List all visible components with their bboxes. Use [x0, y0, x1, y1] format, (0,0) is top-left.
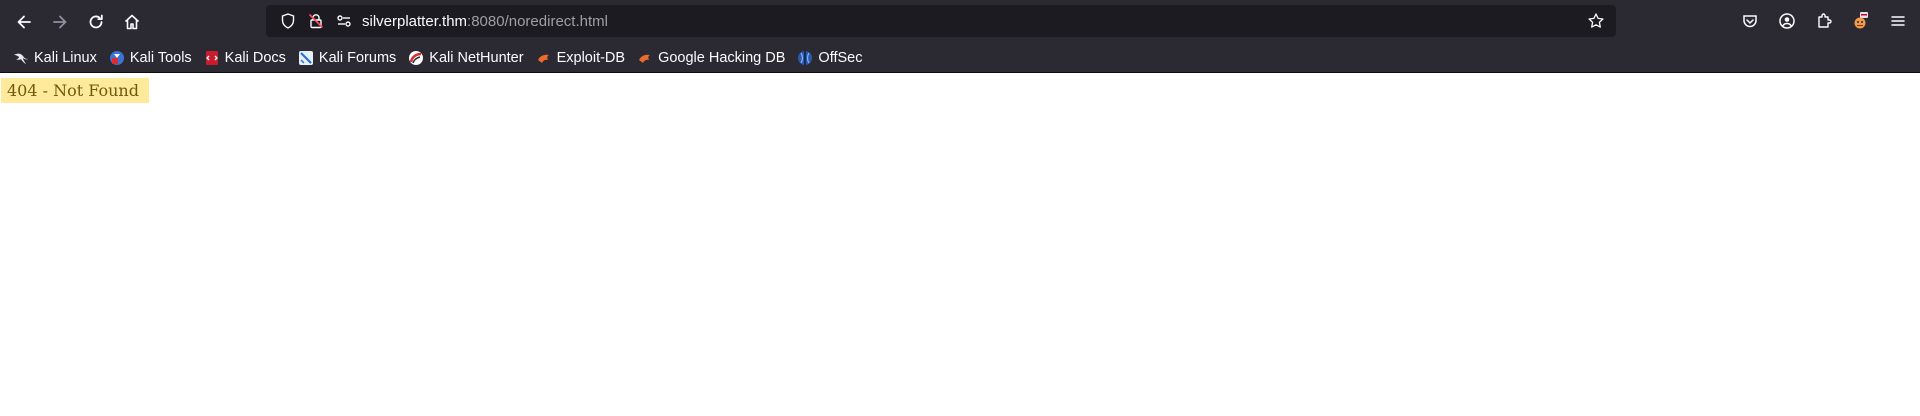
- bookmark-kali-docs[interactable]: Kali Docs: [201, 46, 289, 70]
- kali-docs-icon: [204, 50, 220, 66]
- reload-button[interactable]: [78, 4, 114, 40]
- pocket-icon: [1742, 15, 1757, 28]
- app-menu-button[interactable]: [1879, 3, 1916, 39]
- url-host: silverplatter.thm: [362, 12, 468, 30]
- kali-nethunter-icon: [408, 50, 424, 66]
- kali-tools-icon: [109, 50, 125, 66]
- kali-forums-icon: [298, 50, 314, 66]
- hamburger-menu-icon: [1890, 16, 1905, 26]
- bookmark-label: Kali Forums: [318, 49, 397, 66]
- bookmark-kali-nethunter[interactable]: Kali NetHunter: [405, 46, 526, 70]
- reload-icon: [89, 14, 103, 28]
- back-arrow-icon: [17, 15, 31, 28]
- home-button[interactable]: [114, 4, 150, 40]
- bookmark-google-hacking-db[interactable]: Google Hacking DB: [634, 46, 788, 70]
- extension-foxy-button[interactable]: [1842, 3, 1879, 39]
- toolbar-right: [1731, 3, 1920, 39]
- connection-security-button[interactable]: [302, 7, 330, 35]
- bookmark-label: Exploit-DB: [556, 49, 626, 66]
- permissions-button[interactable]: [330, 7, 358, 35]
- bookmark-label: Kali NetHunter: [429, 49, 524, 66]
- url-text[interactable]: silverplatter.thm:8080/noredirect.html: [362, 13, 608, 30]
- bookmark-label: Google Hacking DB: [658, 49, 786, 66]
- offsec-icon: [797, 50, 813, 66]
- pocket-button[interactable]: [1731, 3, 1768, 39]
- bookmark-label: Kali Tools: [129, 49, 192, 66]
- bookmark-label: Kali Linux: [34, 49, 97, 66]
- puzzle-icon: [1817, 13, 1832, 28]
- extensions-button[interactable]: [1805, 3, 1842, 39]
- account-button[interactable]: [1768, 3, 1805, 39]
- nav-buttons: [6, 4, 150, 40]
- forward-arrow-icon: [53, 15, 67, 28]
- not-found-message: 404 - Not Found: [1, 78, 149, 103]
- account-icon: [1778, 13, 1795, 29]
- exploit-db-icon: [536, 50, 552, 66]
- address-bar[interactable]: silverplatter.thm:8080/noredirect.html: [266, 5, 1616, 37]
- bookmark-page-button[interactable]: [1582, 7, 1610, 35]
- star-icon: [1588, 13, 1604, 28]
- bookmark-exploit-db[interactable]: Exploit-DB: [533, 46, 629, 70]
- bookmark-kali-tools[interactable]: Kali Tools: [106, 46, 195, 70]
- bookmark-kali-forums[interactable]: Kali Forums: [295, 46, 399, 70]
- insecure-lock-icon: [308, 13, 324, 29]
- bookmark-label: OffSec: [818, 49, 863, 66]
- bookmark-offsec[interactable]: OffSec: [794, 46, 865, 70]
- fox-extension-icon: [1854, 12, 1868, 29]
- bookmarks-toolbar: Kali Linux Kali Tools Kali Docs Kali For…: [0, 43, 1920, 73]
- kali-dragon-icon: [13, 50, 29, 66]
- navigation-toolbar: silverplatter.thm:8080/noredirect.html: [0, 0, 1920, 43]
- tracking-protection-button[interactable]: [274, 7, 302, 35]
- home-icon: [124, 14, 140, 29]
- shield-icon: [281, 13, 295, 29]
- back-button[interactable]: [6, 4, 42, 40]
- url-path: :8080/noredirect.html: [467, 12, 608, 30]
- bookmark-kali-linux[interactable]: Kali Linux: [10, 46, 100, 70]
- permissions-icon: [337, 15, 351, 27]
- forward-button[interactable]: [42, 4, 78, 40]
- bookmark-label: Kali Docs: [224, 49, 286, 66]
- exploit-db-icon: [637, 50, 653, 66]
